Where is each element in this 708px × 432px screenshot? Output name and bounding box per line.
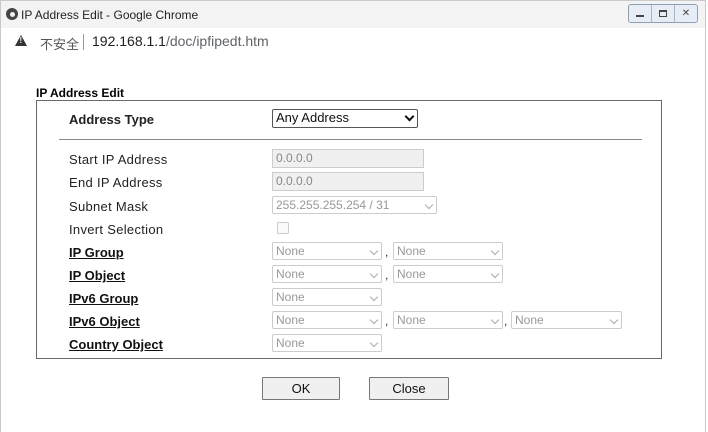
invert-selection-row: Invert Selection — [37, 219, 661, 239]
minimize-icon[interactable] — [629, 5, 651, 22]
country-object-select-value: None — [276, 336, 305, 350]
url-text[interactable]: 192.168.1.1/doc/ipfipedt.htm — [92, 33, 269, 49]
subnet-mask-label: Subnet Mask — [69, 199, 149, 214]
page-content: IP Address Edit Address Type Any Address… — [0, 56, 706, 432]
ip-object-select-1[interactable]: None — [272, 265, 382, 283]
chrome-icon — [6, 8, 18, 20]
ip-object-select-2-value: None — [397, 267, 426, 281]
comma-separator: , — [385, 245, 389, 259]
ipv6-object-link[interactable]: IPv6 Object — [69, 314, 140, 329]
chevron-down-icon — [490, 315, 500, 325]
security-status[interactable]: 不安全 — [40, 34, 79, 53]
ip-group-select-1[interactable]: None — [272, 242, 382, 260]
maximize-icon[interactable] — [651, 5, 674, 22]
url-path: /doc/ipfipedt.htm — [165, 33, 269, 49]
ipv6-object-row: IPv6 Object None , None , None — [37, 311, 661, 331]
ip-group-row: IP Group None , None — [37, 242, 661, 262]
subnet-mask-value: 255.255.255.254 / 31 — [276, 198, 390, 212]
ipv6-group-select-value: None — [276, 290, 305, 304]
comma-separator: , — [385, 268, 389, 282]
ip-group-select-2[interactable]: None — [393, 242, 503, 260]
ip-object-link[interactable]: IP Object — [69, 268, 125, 283]
ip-group-select-1-value: None — [276, 244, 305, 258]
end-ip-row: End IP Address 0.0.0.0 — [37, 172, 661, 192]
chevron-down-icon — [369, 246, 379, 256]
url-host: 192.168.1.1 — [92, 33, 166, 49]
chevron-down-icon — [490, 246, 500, 256]
ip-object-row: IP Object None , None — [37, 265, 661, 285]
address-type-row: Address Type Any Address — [37, 109, 661, 129]
window-title: IP Address Edit - Google Chrome — [21, 8, 199, 22]
ipv6-object-select-2-value: None — [397, 313, 426, 327]
chevron-down-icon — [369, 269, 379, 279]
ipv6-group-select[interactable]: None — [272, 288, 382, 306]
comma-separator: , — [385, 314, 389, 328]
ipv6-object-select-2[interactable]: None — [393, 311, 503, 329]
ip-object-select-1-value: None — [276, 267, 305, 281]
ipv6-group-link[interactable]: IPv6 Group — [69, 291, 138, 306]
window-titlebar: IP Address Edit - Google Chrome ✕ — [0, 0, 706, 28]
address-type-select[interactable]: Any Address — [272, 109, 418, 128]
invert-selection-label: Invert Selection — [69, 222, 164, 237]
ip-group-select-2-value: None — [397, 244, 426, 258]
start-ip-input[interactable]: 0.0.0.0 — [272, 149, 424, 168]
country-object-row: Country Object None — [37, 334, 661, 354]
window-controls: ✕ — [628, 4, 698, 23]
chevron-down-icon — [404, 111, 415, 122]
address-bar[interactable]: 不安全 192.168.1.1/doc/ipfipedt.htm — [0, 28, 706, 56]
close-icon[interactable]: ✕ — [674, 5, 697, 22]
separator-line — [59, 139, 642, 140]
chevron-down-icon — [609, 315, 619, 325]
start-ip-label: Start IP Address — [69, 152, 168, 167]
ip-group-link[interactable]: IP Group — [69, 245, 124, 260]
chevron-down-icon — [369, 315, 379, 325]
ipv6-group-row: IPv6 Group None — [37, 288, 661, 308]
chevron-down-icon — [490, 269, 500, 279]
address-type-value: Any Address — [276, 110, 349, 125]
form-title: IP Address Edit — [36, 86, 125, 100]
divider — [83, 34, 84, 50]
chevron-down-icon — [424, 200, 434, 210]
chevron-down-icon — [369, 292, 379, 302]
ipv6-object-select-1[interactable]: None — [272, 311, 382, 329]
warning-icon[interactable] — [15, 35, 27, 46]
ipv6-object-select-1-value: None — [276, 313, 305, 327]
close-button[interactable]: Close — [369, 377, 449, 400]
invert-selection-checkbox[interactable] — [277, 222, 289, 234]
form-box: Address Type Any Address Start IP Addres… — [36, 100, 662, 359]
comma-separator: , — [504, 314, 508, 328]
ipv6-object-select-3[interactable]: None — [511, 311, 622, 329]
subnet-mask-select[interactable]: 255.255.255.254 / 31 — [272, 196, 437, 214]
subnet-mask-row: Subnet Mask 255.255.255.254 / 31 — [37, 196, 661, 216]
start-ip-row: Start IP Address 0.0.0.0 — [37, 149, 661, 169]
end-ip-label: End IP Address — [69, 175, 163, 190]
chevron-down-icon — [369, 338, 379, 348]
ipv6-object-select-3-value: None — [515, 313, 544, 327]
end-ip-input[interactable]: 0.0.0.0 — [272, 172, 424, 191]
country-object-link[interactable]: Country Object — [69, 337, 163, 352]
ok-button[interactable]: OK — [262, 377, 340, 400]
ip-object-select-2[interactable]: None — [393, 265, 503, 283]
country-object-select[interactable]: None — [272, 334, 382, 352]
address-type-label: Address Type — [69, 112, 155, 127]
